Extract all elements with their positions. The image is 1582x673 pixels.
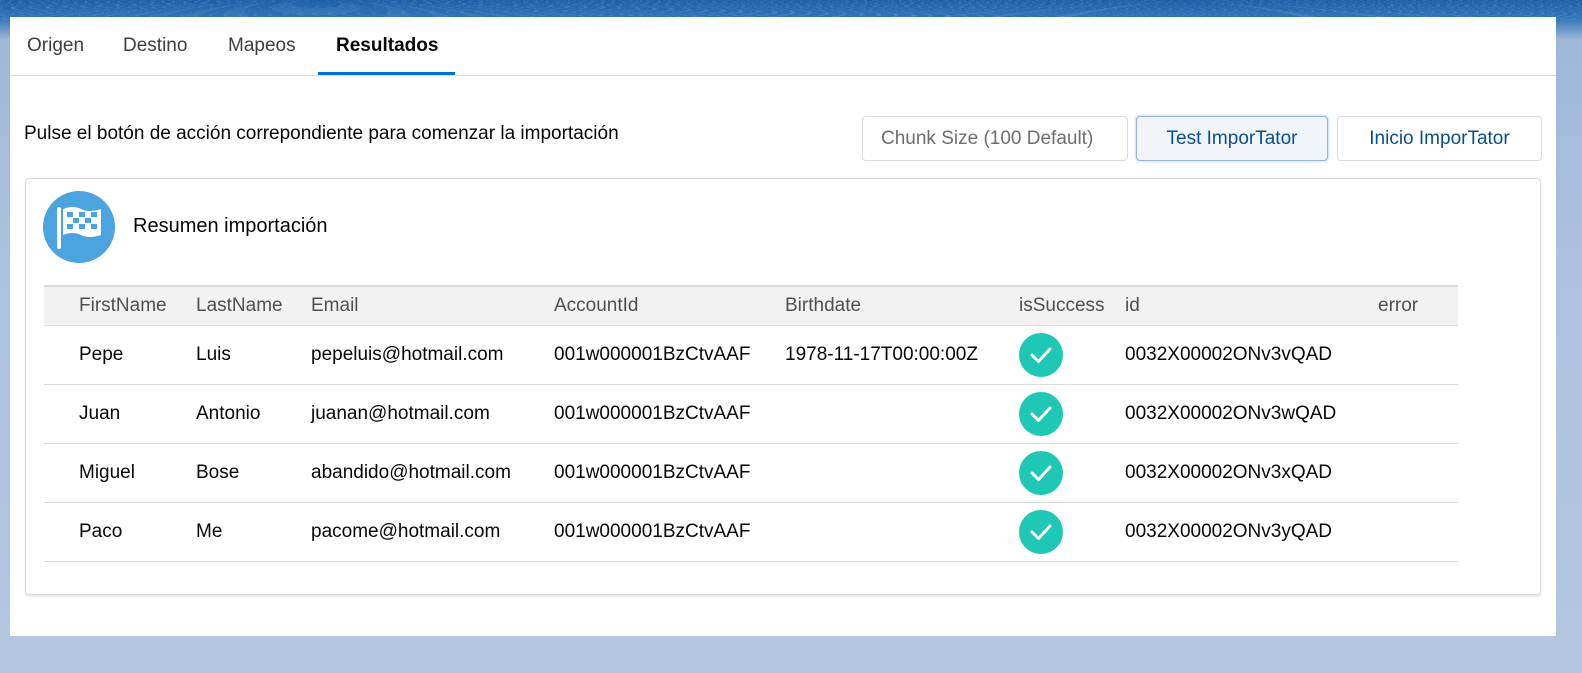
import-summary-card: Resumen importación FirstName LastName E… <box>25 178 1541 595</box>
tab-resultados[interactable]: Resultados <box>336 17 438 75</box>
results-table: FirstName LastName Email AccountId Birth… <box>44 285 1458 562</box>
cell-lastname: Me <box>196 521 223 542</box>
table-row: Miguel Bose abandido@hotmail.com 001w000… <box>44 444 1458 503</box>
cell-lastname: Antonio <box>196 403 261 424</box>
tab-origen[interactable]: Origen <box>27 17 84 75</box>
cell-id: 0032X00002ONv3vQAD <box>1125 344 1333 365</box>
success-check-icon <box>1019 451 1063 495</box>
test-importator-button[interactable]: Test ImporTator <box>1136 116 1328 161</box>
cell-email: pepeluis@hotmail.com <box>311 344 504 365</box>
chunk-size-input[interactable]: Chunk Size (100 Default) <box>862 116 1128 161</box>
cell-firstname: Juan <box>79 403 121 424</box>
active-tab-indicator <box>318 72 455 75</box>
success-check-icon <box>1019 510 1063 554</box>
cell-email: abandido@hotmail.com <box>311 462 511 483</box>
cell-email: juanan@hotmail.com <box>311 403 490 424</box>
cell-lastname: Luis <box>196 344 231 365</box>
cell-lastname: Bose <box>196 462 240 483</box>
success-check-icon <box>1019 392 1063 436</box>
column-header[interactable]: LastName <box>196 287 283 325</box>
cell-firstname: Paco <box>79 521 123 542</box>
cell-email: pacome@hotmail.com <box>311 521 501 542</box>
column-header[interactable]: AccountId <box>554 287 639 325</box>
column-header[interactable]: isSuccess <box>1019 287 1105 325</box>
start-importator-button[interactable]: Inicio ImporTator <box>1337 116 1542 161</box>
cell-accountid: 001w000001BzCtvAAF <box>554 462 751 483</box>
cell-firstname: Miguel <box>79 462 135 483</box>
tab-mapeos[interactable]: Mapeos <box>228 17 296 75</box>
table-row: Pepe Luis pepeluis@hotmail.com 001w00000… <box>44 326 1458 385</box>
checkered-flag-icon <box>43 191 115 263</box>
column-header[interactable]: FirstName <box>79 287 167 325</box>
cell-accountid: 001w000001BzCtvAAF <box>554 403 751 424</box>
cell-id: 0032X00002ONv3yQAD <box>1125 521 1333 542</box>
cell-accountid: 001w000001BzCtvAAF <box>554 521 751 542</box>
summary-title: Resumen importación <box>133 215 328 237</box>
cell-id: 0032X00002ONv3xQAD <box>1125 462 1333 483</box>
instruction-text: Pulse el botón de acción correpondiente … <box>24 123 619 144</box>
column-header[interactable]: Email <box>311 287 359 325</box>
success-check-icon <box>1019 333 1063 377</box>
tab-destino[interactable]: Destino <box>123 17 187 75</box>
tab-bar: Origen Destino Mapeos Resultados <box>10 17 1556 76</box>
cell-id: 0032X00002ONv3wQAD <box>1125 403 1337 424</box>
cell-accountid: 001w000001BzCtvAAF <box>554 344 751 365</box>
table-row: Juan Antonio juanan@hotmail.com 001w0000… <box>44 385 1458 444</box>
column-header[interactable]: id <box>1125 287 1140 325</box>
cell-birthdate: 1978-11-17T00:00:00Z <box>785 344 978 365</box>
table-header: FirstName LastName Email AccountId Birth… <box>44 285 1458 326</box>
column-header[interactable]: error <box>1378 287 1418 325</box>
cell-firstname: Pepe <box>79 344 124 365</box>
table-row: Paco Me pacome@hotmail.com 001w000001BzC… <box>44 503 1458 562</box>
importer-card: Origen Destino Mapeos Resultados Pulse e… <box>10 17 1556 636</box>
column-header[interactable]: Birthdate <box>785 287 861 325</box>
